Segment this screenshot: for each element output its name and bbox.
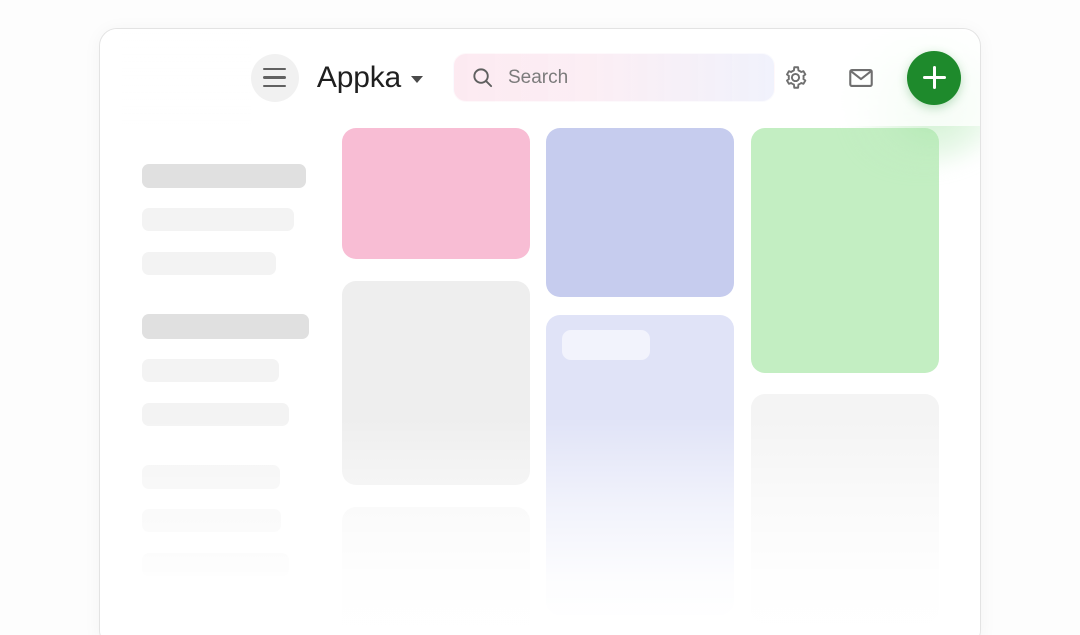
search-input[interactable]: Search: [453, 53, 775, 102]
sidebar-placeholder-item[interactable]: [142, 403, 289, 426]
sidebar-placeholder-item[interactable]: [142, 509, 281, 532]
board-card[interactable]: [342, 507, 530, 635]
page-title: Appka: [316, 60, 401, 94]
board-card[interactable]: [342, 281, 530, 485]
sidebar-placeholder-item[interactable]: [142, 553, 289, 576]
sidebar-placeholder-item[interactable]: [142, 359, 279, 382]
app-window: Appka Search: [99, 28, 981, 635]
sidebar-placeholder-item[interactable]: [142, 314, 309, 339]
header-color-bleed: [122, 29, 251, 126]
board-card[interactable]: [546, 128, 734, 297]
board-card[interactable]: [546, 315, 734, 615]
card-placeholder-pill: [562, 330, 650, 360]
chevron-down-icon[interactable]: [411, 76, 423, 83]
board-card[interactable]: [751, 394, 939, 624]
board-card[interactable]: [751, 128, 939, 373]
sidebar-placeholder-item[interactable]: [142, 164, 306, 188]
sidebar-placeholder-item[interactable]: [142, 252, 276, 275]
gear-icon: [785, 66, 806, 89]
hamburger-menu-icon[interactable]: [250, 53, 299, 102]
sidebar-placeholder-item[interactable]: [142, 208, 294, 231]
screenshot-stage: Appka Search: [0, 0, 1080, 635]
search-icon: [473, 68, 493, 88]
app-header: Appka Search: [100, 29, 980, 126]
board-card[interactable]: [342, 128, 530, 259]
settings-button[interactable]: [775, 58, 815, 98]
sidebar-placeholder-item[interactable]: [142, 465, 280, 489]
search-placeholder: Search: [508, 67, 569, 88]
add-button[interactable]: [907, 50, 961, 105]
brand-menu[interactable]: Appka: [316, 60, 423, 94]
mail-icon: [849, 68, 873, 87]
mail-button[interactable]: [841, 58, 881, 98]
